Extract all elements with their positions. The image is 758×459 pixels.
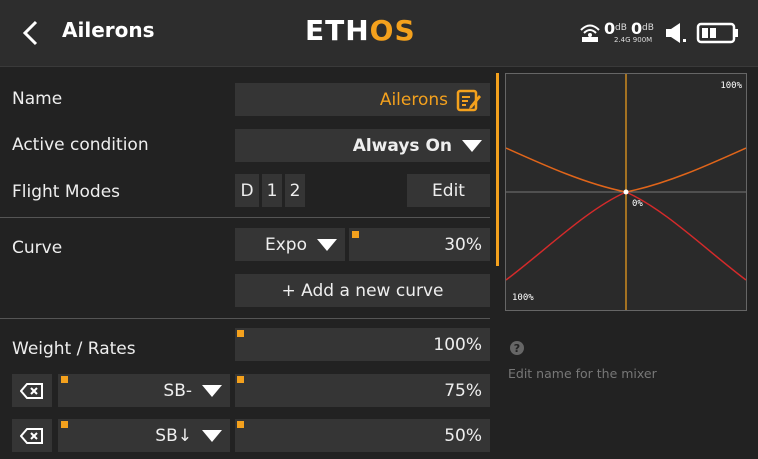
- help-text: Edit name for the mixer: [508, 366, 657, 381]
- active-condition-dropdown[interactable]: Always On: [235, 129, 490, 162]
- brand-prefix: ETH: [305, 14, 370, 47]
- rssi-900-unit: dB: [642, 23, 654, 33]
- curve-value: 30%: [444, 234, 482, 255]
- scrollbar[interactable]: [496, 73, 499, 266]
- flight-modes-edit-button[interactable]: Edit: [407, 174, 490, 207]
- curve-value-field[interactable]: 30%: [349, 228, 490, 261]
- edit-icon[interactable]: [456, 88, 482, 112]
- add-curve-button[interactable]: + Add a new curve: [235, 274, 490, 307]
- battery-icon: [696, 22, 738, 44]
- help-icon: ?: [510, 341, 524, 355]
- frequency-label: 2.4G 900M: [614, 36, 653, 44]
- curve-type-value: Expo: [265, 234, 307, 255]
- name-value: Ailerons: [379, 89, 448, 110]
- brand-logo: ETHOS: [305, 14, 416, 47]
- weight-value: 100%: [433, 334, 482, 355]
- active-condition-label: Active condition: [12, 135, 149, 155]
- section-divider: [0, 217, 490, 218]
- rssi-24-unit: dB: [615, 23, 627, 33]
- rate2-value: 50%: [444, 425, 482, 446]
- clear-icon: [20, 427, 43, 444]
- flight-mode-1[interactable]: 1: [262, 174, 282, 207]
- marker-icon: [237, 330, 244, 337]
- chevron-down-icon: [202, 429, 222, 442]
- back-button[interactable]: [12, 16, 50, 50]
- rate1-value-field[interactable]: 75%: [235, 374, 490, 407]
- weight-rates-label: Weight / Rates: [12, 339, 136, 359]
- name-field[interactable]: Ailerons: [235, 83, 490, 116]
- delete-rate-button[interactable]: [12, 374, 52, 407]
- curve-graph: 100% 0% 100%: [506, 74, 746, 310]
- delete-rate-button[interactable]: [12, 419, 52, 452]
- curve-label: Curve: [12, 238, 63, 258]
- marker-icon: [352, 231, 359, 238]
- section-divider: [0, 318, 490, 319]
- signal-antenna-icon: [580, 24, 600, 42]
- weight-value-field[interactable]: 100%: [235, 328, 490, 361]
- rate2-switch-value: SB↓: [155, 425, 192, 446]
- marker-icon: [61, 376, 68, 383]
- header-bar: Ailerons ETHOS 0 dB 0 dB 2.4G 900M: [0, 0, 758, 67]
- flight-modes-label: Flight Modes: [12, 182, 121, 202]
- back-arrow-icon: [22, 20, 38, 46]
- chevron-down-icon: [202, 384, 222, 397]
- marker-icon: [237, 421, 244, 428]
- curve-preview: 100% 0% 100%: [505, 73, 747, 311]
- curve-type-dropdown[interactable]: Expo: [235, 228, 345, 261]
- chevron-down-icon: [317, 238, 337, 251]
- flight-mode-2[interactable]: 2: [285, 174, 305, 207]
- marker-icon: [237, 376, 244, 383]
- clear-icon: [20, 382, 43, 399]
- name-label: Name: [12, 89, 63, 109]
- page-title: Ailerons: [62, 18, 155, 42]
- rate1-switch-dropdown[interactable]: SB-: [58, 374, 230, 407]
- chart-top-label: 100%: [720, 81, 742, 91]
- marker-icon: [61, 421, 68, 428]
- rate1-switch-value: SB-: [163, 380, 192, 401]
- rate2-value-field[interactable]: 50%: [235, 419, 490, 452]
- rate1-value: 75%: [444, 380, 482, 401]
- chart-bottom-label: 100%: [512, 293, 534, 303]
- active-condition-value: Always On: [352, 135, 452, 156]
- chevron-down-icon: [462, 139, 482, 152]
- rate2-switch-dropdown[interactable]: SB↓: [58, 419, 230, 452]
- flight-mode-d[interactable]: D: [235, 174, 259, 207]
- chart-center-label: 0%: [632, 199, 643, 209]
- speaker-icon[interactable]: [664, 21, 690, 45]
- brand-accent: OS: [369, 14, 416, 47]
- status-area: 0 dB 0 dB 2.4G 900M: [578, 19, 748, 49]
- center-point: [623, 189, 629, 195]
